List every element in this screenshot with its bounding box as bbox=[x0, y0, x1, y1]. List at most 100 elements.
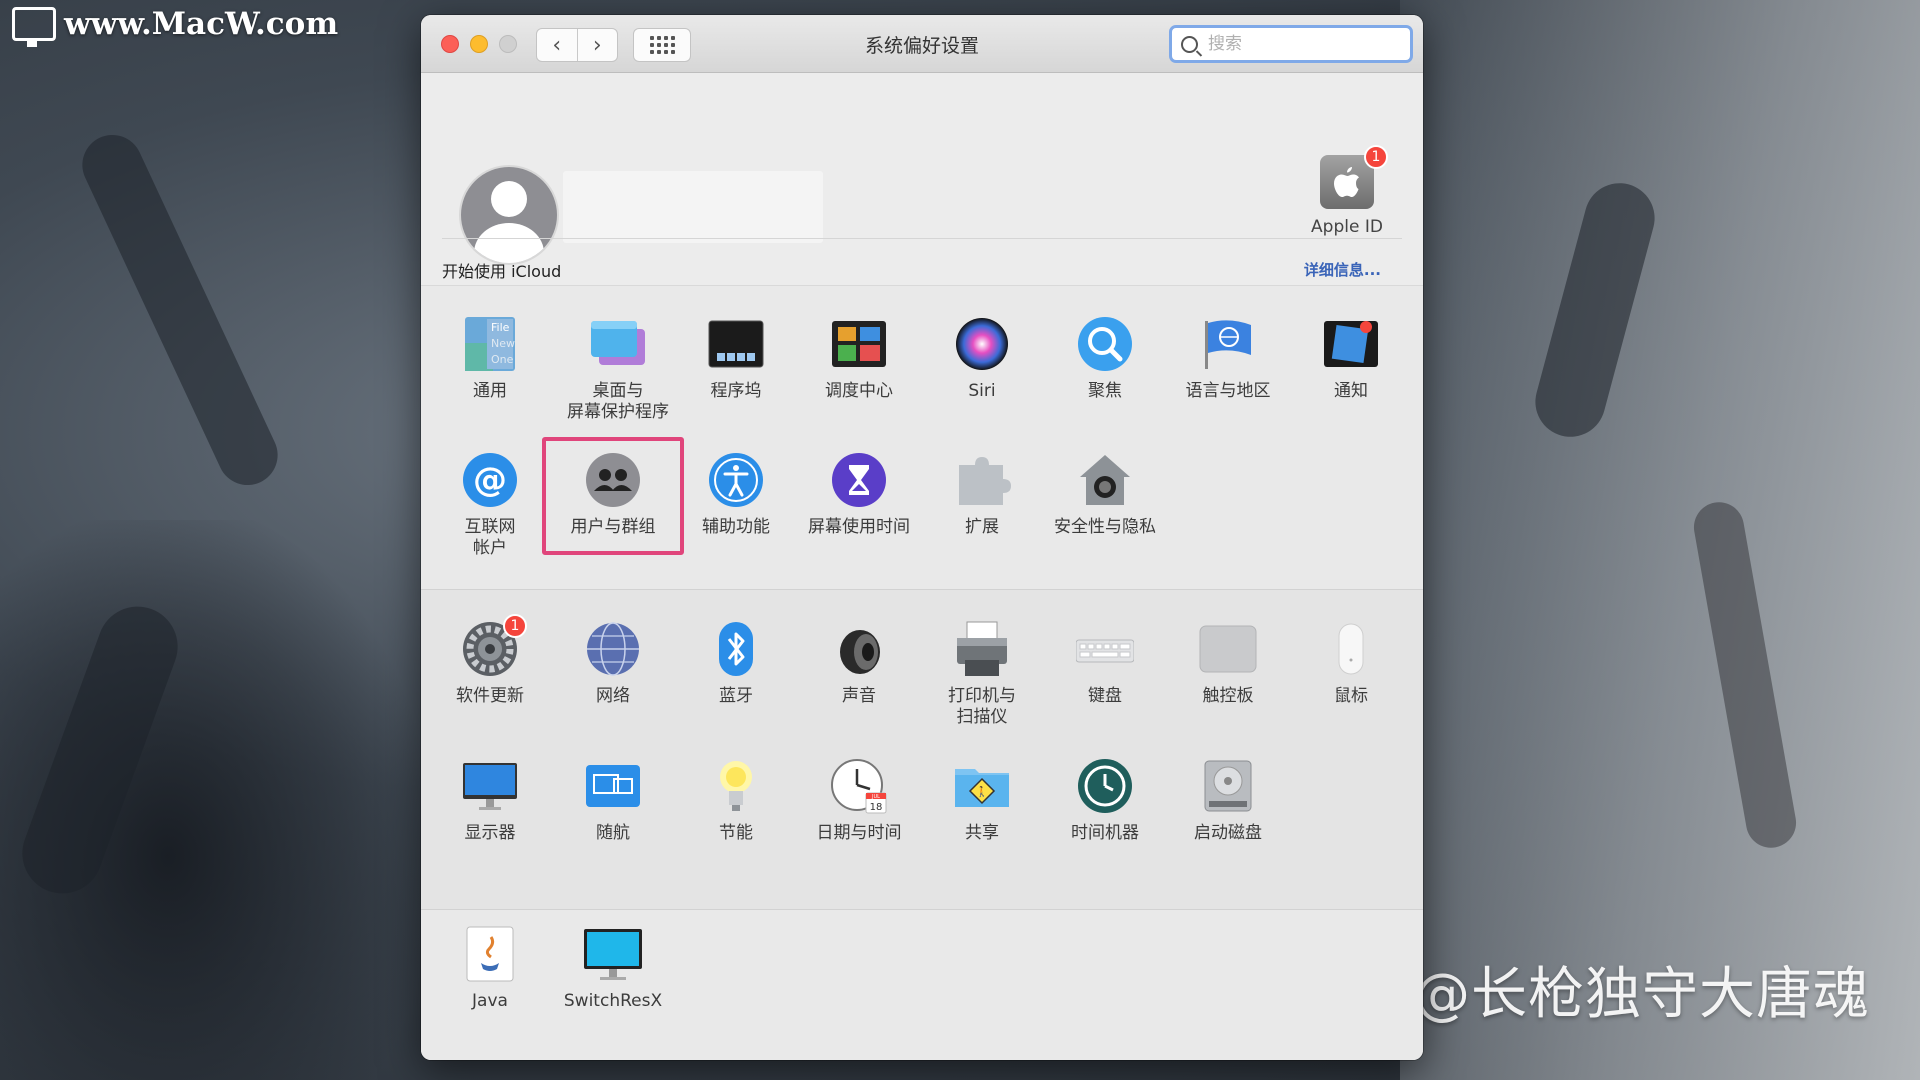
forward-button[interactable]: › bbox=[576, 29, 618, 61]
pane-label: Siri bbox=[968, 381, 996, 401]
pane-label: 随航 bbox=[596, 823, 630, 843]
pane-label: 屏幕使用时间 bbox=[808, 517, 910, 537]
pane-java[interactable]: Java bbox=[431, 925, 549, 1012]
chevron-left-icon: ‹ bbox=[552, 32, 562, 58]
pane-label: 共享 bbox=[965, 823, 999, 843]
switchresx-monitor-icon bbox=[584, 925, 642, 983]
calendar-day: 18 bbox=[870, 802, 883, 813]
pane-label: 互联网 帐户 bbox=[464, 517, 516, 558]
chevron-right-icon: › bbox=[592, 32, 602, 58]
keyboard-icon bbox=[1075, 620, 1135, 678]
pane-spotlight[interactable]: 聚焦 bbox=[1046, 315, 1164, 402]
gear-icon: 1 bbox=[461, 614, 527, 678]
pane-label: 程序坞 bbox=[710, 381, 762, 401]
general-icon-text-2: New bbox=[491, 337, 515, 350]
pane-label: Java bbox=[472, 991, 508, 1011]
desktop-screensaver-icon bbox=[589, 315, 647, 373]
pane-label: SwitchResX bbox=[563, 991, 663, 1011]
pane-extensions[interactable]: 扩展 bbox=[923, 451, 1041, 538]
pane-general[interactable]: File New One 通用 bbox=[431, 315, 549, 402]
title-bar[interactable]: ‹ › 系统偏好设置 bbox=[421, 15, 1423, 73]
pane-sharing[interactable]: 🚶 共享 bbox=[923, 757, 1041, 844]
pane-label: 蓝牙 bbox=[719, 686, 753, 706]
search-icon bbox=[1181, 35, 1198, 53]
pane-sidecar[interactable]: 随航 bbox=[554, 757, 672, 844]
pane-label: 扩展 bbox=[965, 517, 999, 537]
mission-control-icon bbox=[830, 315, 888, 373]
user-name-area bbox=[563, 171, 823, 243]
system-preferences-window: ‹ › 系统偏好设置 1 Apple ID 开 bbox=[421, 15, 1423, 1060]
pane-mouse[interactable]: 鼠标 bbox=[1292, 620, 1410, 707]
users-icon bbox=[584, 451, 642, 509]
pane-language-region[interactable]: 语言与地区 bbox=[1169, 315, 1287, 402]
pane-label: 键盘 bbox=[1088, 686, 1122, 706]
search-field[interactable] bbox=[1169, 25, 1413, 63]
apple-id-pane[interactable]: 1 Apple ID bbox=[1297, 145, 1397, 237]
calendar-month: JUL bbox=[871, 794, 880, 800]
globe-flag-icon bbox=[1199, 315, 1257, 373]
pane-desktop[interactable]: 桌面与 屏幕保护程序 bbox=[554, 315, 682, 423]
show-all-button[interactable] bbox=[633, 28, 691, 62]
pane-printers-scanners[interactable]: 打印机与 扫描仪 bbox=[923, 620, 1041, 728]
details-link[interactable]: 详细信息... bbox=[1304, 259, 1381, 280]
pane-users-groups[interactable]: 用户与群组 bbox=[554, 451, 672, 538]
pane-software-update[interactable]: 1 软件更新 bbox=[431, 614, 549, 707]
pane-label: 节能 bbox=[719, 823, 753, 843]
update-badge: 1 bbox=[503, 614, 527, 638]
macw-watermark-text: www.MacW.com bbox=[64, 6, 339, 42]
pane-accessibility[interactable]: 辅助功能 bbox=[677, 451, 795, 538]
pane-label: 用户与群组 bbox=[570, 517, 656, 537]
pane-label: 鼠标 bbox=[1334, 686, 1368, 706]
pane-notifications[interactable]: 通知 bbox=[1292, 315, 1410, 402]
pane-screen-time[interactable]: 屏幕使用时间 bbox=[800, 451, 918, 538]
apple-logo-icon: 1 bbox=[1320, 145, 1388, 209]
pane-internet-accounts[interactable]: @ 互联网 帐户 bbox=[431, 451, 549, 559]
pane-dock[interactable]: 程序坞 bbox=[677, 315, 795, 402]
pane-label: 语言与地区 bbox=[1185, 381, 1271, 401]
pane-security-privacy[interactable]: 安全性与隐私 bbox=[1046, 451, 1164, 538]
sharing-folder-icon: 🚶 bbox=[953, 757, 1011, 815]
svg-text:🚶: 🚶 bbox=[976, 785, 988, 798]
zoom-button[interactable] bbox=[499, 35, 517, 53]
pane-label: 安全性与隐私 bbox=[1054, 517, 1156, 537]
pane-time-machine[interactable]: 时间机器 bbox=[1046, 757, 1164, 844]
puzzle-icon bbox=[953, 451, 1011, 509]
back-button[interactable]: ‹ bbox=[537, 29, 577, 61]
pane-label: 软件更新 bbox=[456, 686, 524, 706]
pane-label: 通知 bbox=[1334, 381, 1368, 401]
pane-bluetooth[interactable]: 蓝牙 bbox=[677, 620, 795, 707]
java-icon bbox=[461, 925, 519, 983]
pane-label: 声音 bbox=[842, 686, 876, 706]
pane-displays[interactable]: 显示器 bbox=[431, 757, 549, 844]
pane-energy-saver[interactable]: 节能 bbox=[677, 757, 795, 844]
pane-mission-control[interactable]: 调度中心 bbox=[800, 315, 918, 402]
network-globe-icon bbox=[584, 620, 642, 678]
general-icon-text-3: One bbox=[491, 353, 514, 366]
pane-date-time[interactable]: JUL 18 日期与时间 bbox=[800, 757, 918, 844]
pane-startup-disk[interactable]: 启动磁盘 bbox=[1169, 757, 1287, 844]
pane-label: 打印机与 扫描仪 bbox=[948, 686, 1016, 727]
pane-label: 通用 bbox=[473, 381, 507, 401]
svg-text:@: @ bbox=[473, 460, 507, 500]
dock-icon bbox=[707, 315, 765, 373]
close-button[interactable] bbox=[441, 35, 459, 53]
pane-label: 日期与时间 bbox=[816, 823, 902, 843]
pane-trackpad[interactable]: 触控板 bbox=[1169, 620, 1287, 707]
house-lock-icon bbox=[1076, 451, 1134, 509]
pane-label: 启动磁盘 bbox=[1194, 823, 1262, 843]
siri-icon bbox=[953, 315, 1011, 373]
lightbulb-icon bbox=[707, 757, 765, 815]
pane-keyboard[interactable]: 键盘 bbox=[1046, 620, 1164, 707]
pane-switchresx[interactable]: SwitchResX bbox=[554, 925, 672, 1012]
minimize-button[interactable] bbox=[470, 35, 488, 53]
display-icon bbox=[461, 757, 519, 815]
speaker-icon bbox=[830, 620, 888, 678]
navigation-buttons: ‹ › bbox=[536, 28, 618, 62]
spotlight-icon bbox=[1076, 315, 1134, 373]
time-machine-icon bbox=[1076, 757, 1134, 815]
pane-sound[interactable]: 声音 bbox=[800, 620, 918, 707]
pane-siri[interactable]: Siri bbox=[923, 315, 1041, 402]
pane-network[interactable]: 网络 bbox=[554, 620, 672, 707]
bluetooth-icon bbox=[707, 620, 765, 678]
search-input[interactable] bbox=[1206, 33, 1400, 55]
